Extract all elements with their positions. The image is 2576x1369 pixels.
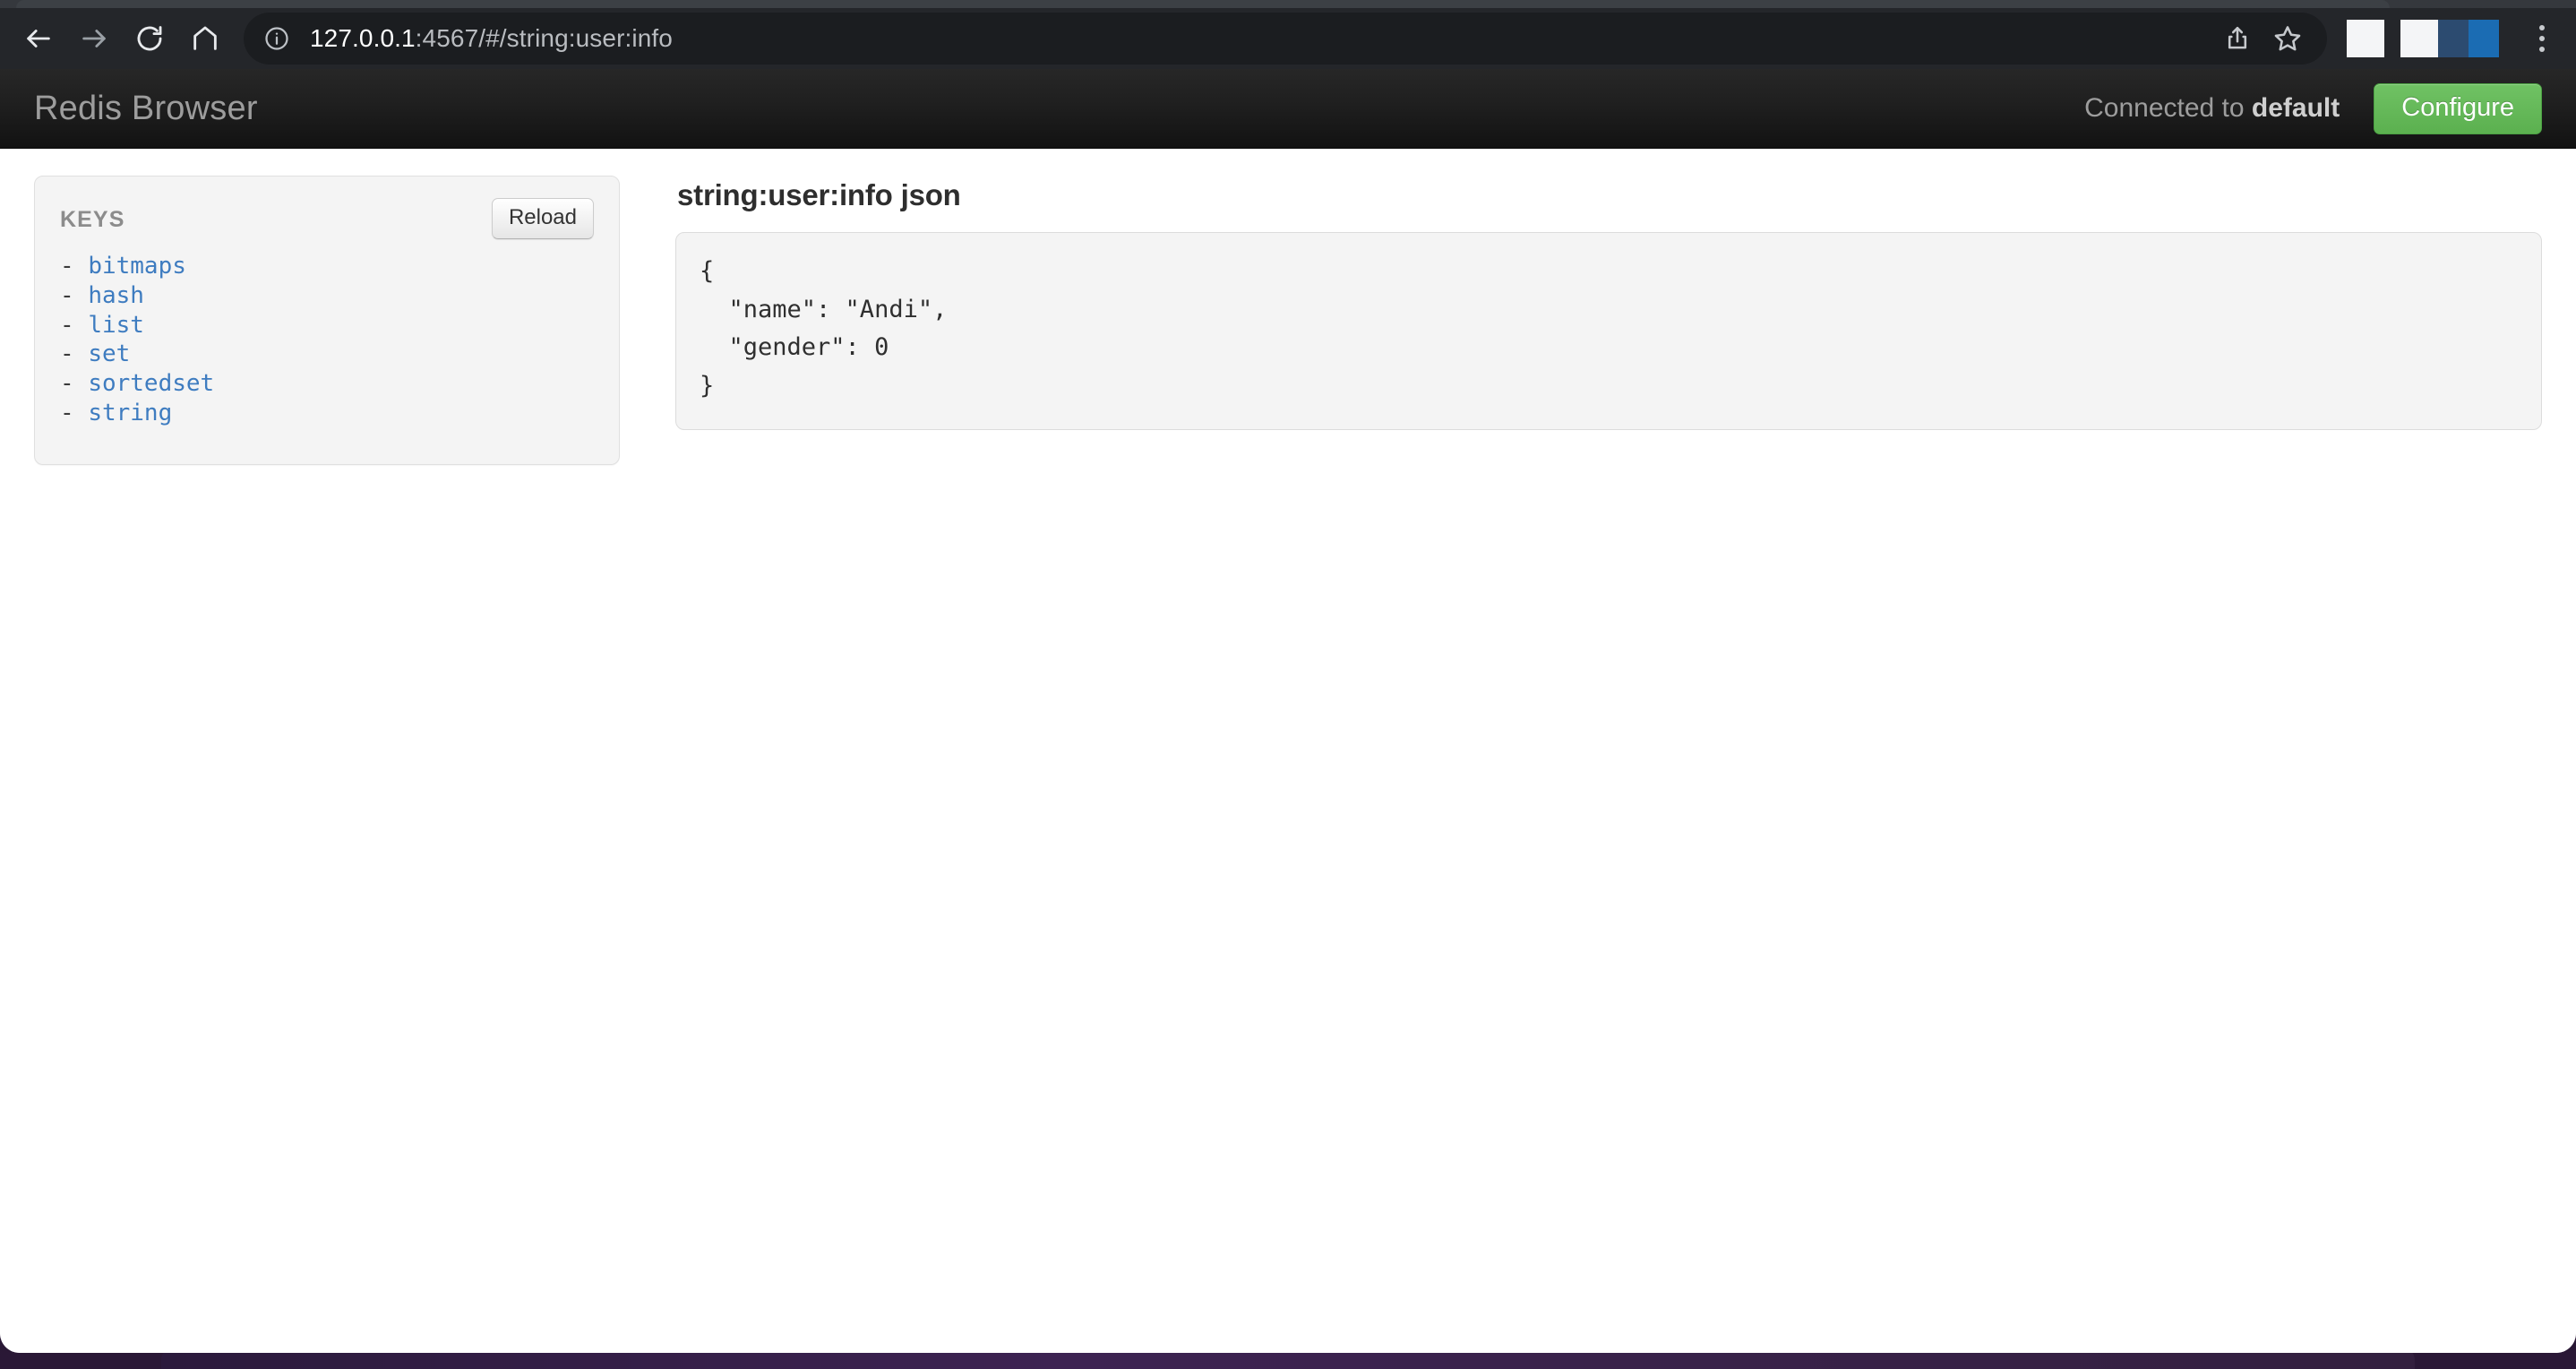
home-icon[interactable] bbox=[177, 11, 233, 66]
list-item: - hash bbox=[60, 281, 594, 311]
list-bullet: - bbox=[60, 281, 89, 309]
address-bar[interactable]: 127.0.0.1:4567/#/string:user:info bbox=[244, 13, 2327, 65]
connection-status-prefix: Connected to bbox=[2084, 93, 2252, 123]
list-bullet: - bbox=[60, 370, 89, 397]
back-icon[interactable] bbox=[11, 11, 66, 66]
menu-dot bbox=[2539, 47, 2545, 52]
forward-icon[interactable] bbox=[66, 11, 122, 66]
menu-dot bbox=[2539, 36, 2545, 41]
share-icon[interactable] bbox=[2212, 13, 2263, 64]
browser-menu-icon[interactable] bbox=[2519, 13, 2565, 64]
extension-icon-1[interactable] bbox=[2347, 20, 2384, 57]
connection-name: default bbox=[2251, 93, 2340, 123]
app-navbar: Redis Browser Connected to default Confi… bbox=[0, 69, 2576, 149]
page-content: KEYS Reload - bitmaps - hash - list - se… bbox=[0, 149, 2576, 465]
sidebar-item-hash[interactable]: hash bbox=[88, 282, 144, 309]
app-brand[interactable]: Redis Browser bbox=[34, 90, 258, 128]
url-host: 127.0.0.1 bbox=[310, 24, 416, 52]
main-column: string:user:info json { "name": "Andi", … bbox=[620, 176, 2542, 430]
extension-icon-2-part-blue bbox=[2468, 20, 2499, 57]
navbar-right-group: Connected to default Configure bbox=[2084, 82, 2542, 134]
extension-icon-2-part-light bbox=[2400, 20, 2438, 57]
list-bullet: - bbox=[60, 399, 89, 426]
site-info-icon[interactable] bbox=[263, 25, 290, 52]
keys-panel: KEYS Reload - bitmaps - hash - list - se… bbox=[34, 176, 620, 465]
url-path: :4567/#/string:user:info bbox=[415, 24, 673, 52]
sidebar-item-string[interactable]: string bbox=[88, 400, 172, 426]
active-tab[interactable] bbox=[16, 0, 2390, 8]
extension-icon-2[interactable] bbox=[2400, 20, 2499, 57]
reload-keys-button[interactable]: Reload bbox=[491, 198, 594, 239]
menu-dot bbox=[2539, 25, 2545, 30]
list-item: - list bbox=[60, 311, 594, 340]
list-bullet: - bbox=[60, 340, 89, 368]
connection-status: Connected to default bbox=[2084, 93, 2340, 124]
sidebar-item-sortedset[interactable]: sortedset bbox=[88, 370, 214, 397]
list-item: - set bbox=[60, 340, 594, 369]
key-value-json: { "name": "Andi", "gender": 0 } bbox=[675, 232, 2542, 430]
page-title: string:user:info json bbox=[677, 178, 961, 211]
configure-button[interactable]: Configure bbox=[2374, 82, 2542, 134]
keys-panel-header: KEYS Reload bbox=[60, 198, 594, 239]
page-viewport: Redis Browser Connected to default Confi… bbox=[0, 69, 2576, 1353]
keys-panel-title: KEYS bbox=[60, 207, 125, 232]
list-bullet: - bbox=[60, 311, 89, 339]
browser-window: 127.0.0.1:4567/#/string:user:info Redis … bbox=[0, 0, 2576, 1353]
extension-icon-2-part-dark-blue bbox=[2437, 20, 2469, 57]
sidebar-item-set[interactable]: set bbox=[88, 340, 130, 367]
browser-toolbar: 127.0.0.1:4567/#/string:user:info bbox=[0, 8, 2576, 69]
list-bullet: - bbox=[60, 253, 89, 280]
tab-strip bbox=[0, 0, 2576, 8]
sidebar-item-list[interactable]: list bbox=[88, 312, 144, 339]
reload-icon[interactable] bbox=[122, 11, 177, 66]
list-item: - sortedset bbox=[60, 369, 594, 399]
keys-list: - bitmaps - hash - list - set - sortedse… bbox=[60, 252, 594, 428]
url-text[interactable]: 127.0.0.1:4567/#/string:user:info bbox=[310, 24, 2212, 53]
list-item: - string bbox=[60, 399, 594, 428]
list-item: - bitmaps bbox=[60, 252, 594, 281]
sidebar-item-bitmaps[interactable]: bitmaps bbox=[88, 253, 186, 280]
bookmark-star-icon[interactable] bbox=[2263, 13, 2313, 64]
